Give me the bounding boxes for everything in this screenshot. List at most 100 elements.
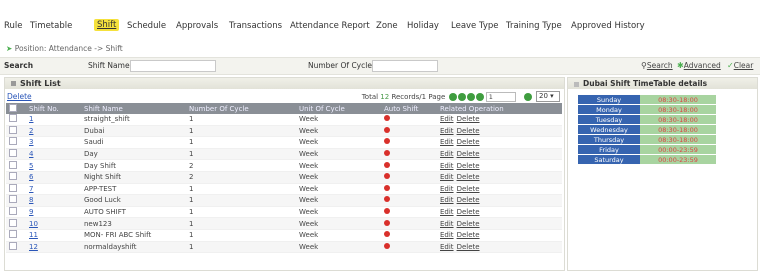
tab-rule[interactable]: Rule: [4, 21, 23, 31]
page-size-select[interactable]: 20 ▾: [536, 91, 560, 102]
col-auto-shift[interactable]: Auto Shift: [381, 103, 437, 114]
delete-link[interactable]: Delete: [457, 150, 480, 158]
delete-link[interactable]: Delete: [457, 162, 480, 170]
row-checkbox[interactable]: [9, 230, 17, 239]
tab-zone[interactable]: Zone: [376, 21, 398, 31]
shift-name-cell: Good Luck: [81, 194, 186, 207]
shift-no-link[interactable]: 2: [29, 127, 33, 135]
edit-link[interactable]: Edit: [440, 173, 454, 181]
check-icon: ✓: [727, 61, 734, 70]
shift-no-link[interactable]: 4: [29, 150, 33, 158]
tab-shift[interactable]: Shift: [94, 19, 120, 31]
unit-cell: Week: [296, 194, 381, 207]
go-page-button[interactable]: [524, 93, 532, 101]
edit-link[interactable]: Edit: [440, 243, 454, 251]
cycle-cell: 1: [186, 148, 296, 161]
col-shift-no[interactable]: Shift No.: [26, 103, 81, 114]
unit-cell: Week: [296, 217, 381, 230]
next-page-button[interactable]: [466, 93, 475, 101]
last-page-button[interactable]: [475, 93, 484, 101]
unit-cell: Week: [296, 241, 381, 254]
row-checkbox[interactable]: [9, 114, 17, 123]
shift-no-link[interactable]: 8: [29, 196, 33, 204]
tab-holiday[interactable]: Holiday: [407, 21, 439, 31]
tab-approved-history[interactable]: Approved History: [571, 21, 645, 31]
shift-no-link[interactable]: 9: [29, 208, 33, 216]
row-checkbox[interactable]: [9, 125, 17, 134]
page-input[interactable]: 1: [485, 92, 516, 102]
cycle-cell: 1: [186, 125, 296, 138]
advanced-link[interactable]: ✱Advanced: [677, 61, 721, 70]
table-row: 10 new123 1 Week Edit Delete: [6, 217, 562, 230]
unit-cell: Week: [296, 148, 381, 161]
shift-name-cell: MON- FRI ABC Shift: [81, 229, 186, 242]
delete-link[interactable]: Delete: [457, 173, 480, 181]
shift-no-link[interactable]: 3: [29, 138, 33, 146]
delete-link[interactable]: Delete: [457, 243, 480, 251]
delete-link[interactable]: Delete: [457, 208, 480, 216]
delete-link[interactable]: Delete: [457, 115, 480, 123]
row-checkbox[interactable]: [9, 172, 17, 181]
shift-name-cell: Saudi: [81, 136, 186, 149]
bulk-delete-link[interactable]: Delete: [7, 92, 32, 101]
edit-link[interactable]: Edit: [440, 196, 454, 204]
select-all-checkbox[interactable]: [9, 103, 17, 112]
delete-link[interactable]: Delete: [457, 231, 480, 239]
row-checkbox[interactable]: [9, 183, 17, 192]
edit-link[interactable]: Edit: [440, 185, 454, 193]
number-of-cycle-input[interactable]: [372, 60, 438, 72]
shift-no-link[interactable]: 11: [29, 231, 38, 239]
tab-training-type[interactable]: Training Type: [506, 21, 562, 31]
search-link[interactable]: ⚲Search: [641, 61, 673, 70]
timetable-row: Sunday 08:30-18:00: [578, 95, 716, 105]
tab-transactions[interactable]: Transactions: [229, 21, 282, 31]
select-all-cell[interactable]: [6, 103, 26, 114]
shift-no-link[interactable]: 6: [29, 173, 33, 181]
col-number-of-cycle[interactable]: Number Of Cycle: [186, 103, 296, 114]
shift-no-link[interactable]: 7: [29, 185, 33, 193]
delete-link[interactable]: Delete: [457, 127, 480, 135]
shift-no-link[interactable]: 10: [29, 220, 38, 228]
row-checkbox[interactable]: [9, 149, 17, 158]
col-shift-name[interactable]: Shift Name: [81, 103, 186, 114]
shift-no-link[interactable]: 1: [29, 115, 33, 123]
shift-list-panel: Shift List Delete Total 12 Records/1 Pag…: [4, 77, 565, 271]
edit-link[interactable]: Edit: [440, 231, 454, 239]
table-row: 11 MON- FRI ABC Shift 1 Week Edit Delete: [6, 229, 562, 242]
delete-link[interactable]: Delete: [457, 220, 480, 228]
edit-link[interactable]: Edit: [440, 162, 454, 170]
edit-link[interactable]: Edit: [440, 115, 454, 123]
edit-link[interactable]: Edit: [440, 150, 454, 158]
col-unit-of-cycle[interactable]: Unit Of Cycle: [296, 103, 381, 114]
tab-timetable[interactable]: Timetable: [30, 21, 72, 31]
row-checkbox[interactable]: [9, 207, 17, 216]
delete-link[interactable]: Delete: [457, 138, 480, 146]
delete-link[interactable]: Delete: [457, 196, 480, 204]
table-row: 5 Day Shift 2 Week Edit Delete: [6, 159, 562, 172]
row-checkbox[interactable]: [9, 241, 17, 250]
tab-schedule[interactable]: Schedule: [127, 21, 166, 31]
pager: Total 12 Records/1 Page 1: [362, 92, 532, 102]
row-checkbox[interactable]: [9, 195, 17, 204]
shift-no-link[interactable]: 12: [29, 243, 38, 251]
first-page-button[interactable]: [448, 93, 457, 101]
shift-name-input[interactable]: [130, 60, 216, 72]
edit-link[interactable]: Edit: [440, 220, 454, 228]
delete-link[interactable]: Delete: [457, 185, 480, 193]
edit-link[interactable]: Edit: [440, 127, 454, 135]
tab-leave-type[interactable]: Leave Type: [451, 21, 499, 31]
row-checkbox[interactable]: [9, 160, 17, 169]
row-checkbox[interactable]: [9, 137, 17, 146]
auto-shift-off-icon: [384, 173, 390, 180]
edit-link[interactable]: Edit: [440, 208, 454, 216]
shift-name-cell: straight_shift: [81, 114, 186, 126]
tab-attendance-report[interactable]: Attendance Report: [290, 21, 370, 31]
row-checkbox[interactable]: [9, 218, 17, 227]
auto-shift-off-icon: [384, 231, 390, 238]
prev-page-button[interactable]: [457, 93, 466, 101]
edit-link[interactable]: Edit: [440, 138, 454, 146]
clear-link[interactable]: ✓Clear: [727, 61, 753, 70]
auto-shift-off-icon: [384, 161, 390, 168]
shift-no-link[interactable]: 5: [29, 162, 33, 170]
tab-approvals[interactable]: Approvals: [176, 21, 218, 31]
